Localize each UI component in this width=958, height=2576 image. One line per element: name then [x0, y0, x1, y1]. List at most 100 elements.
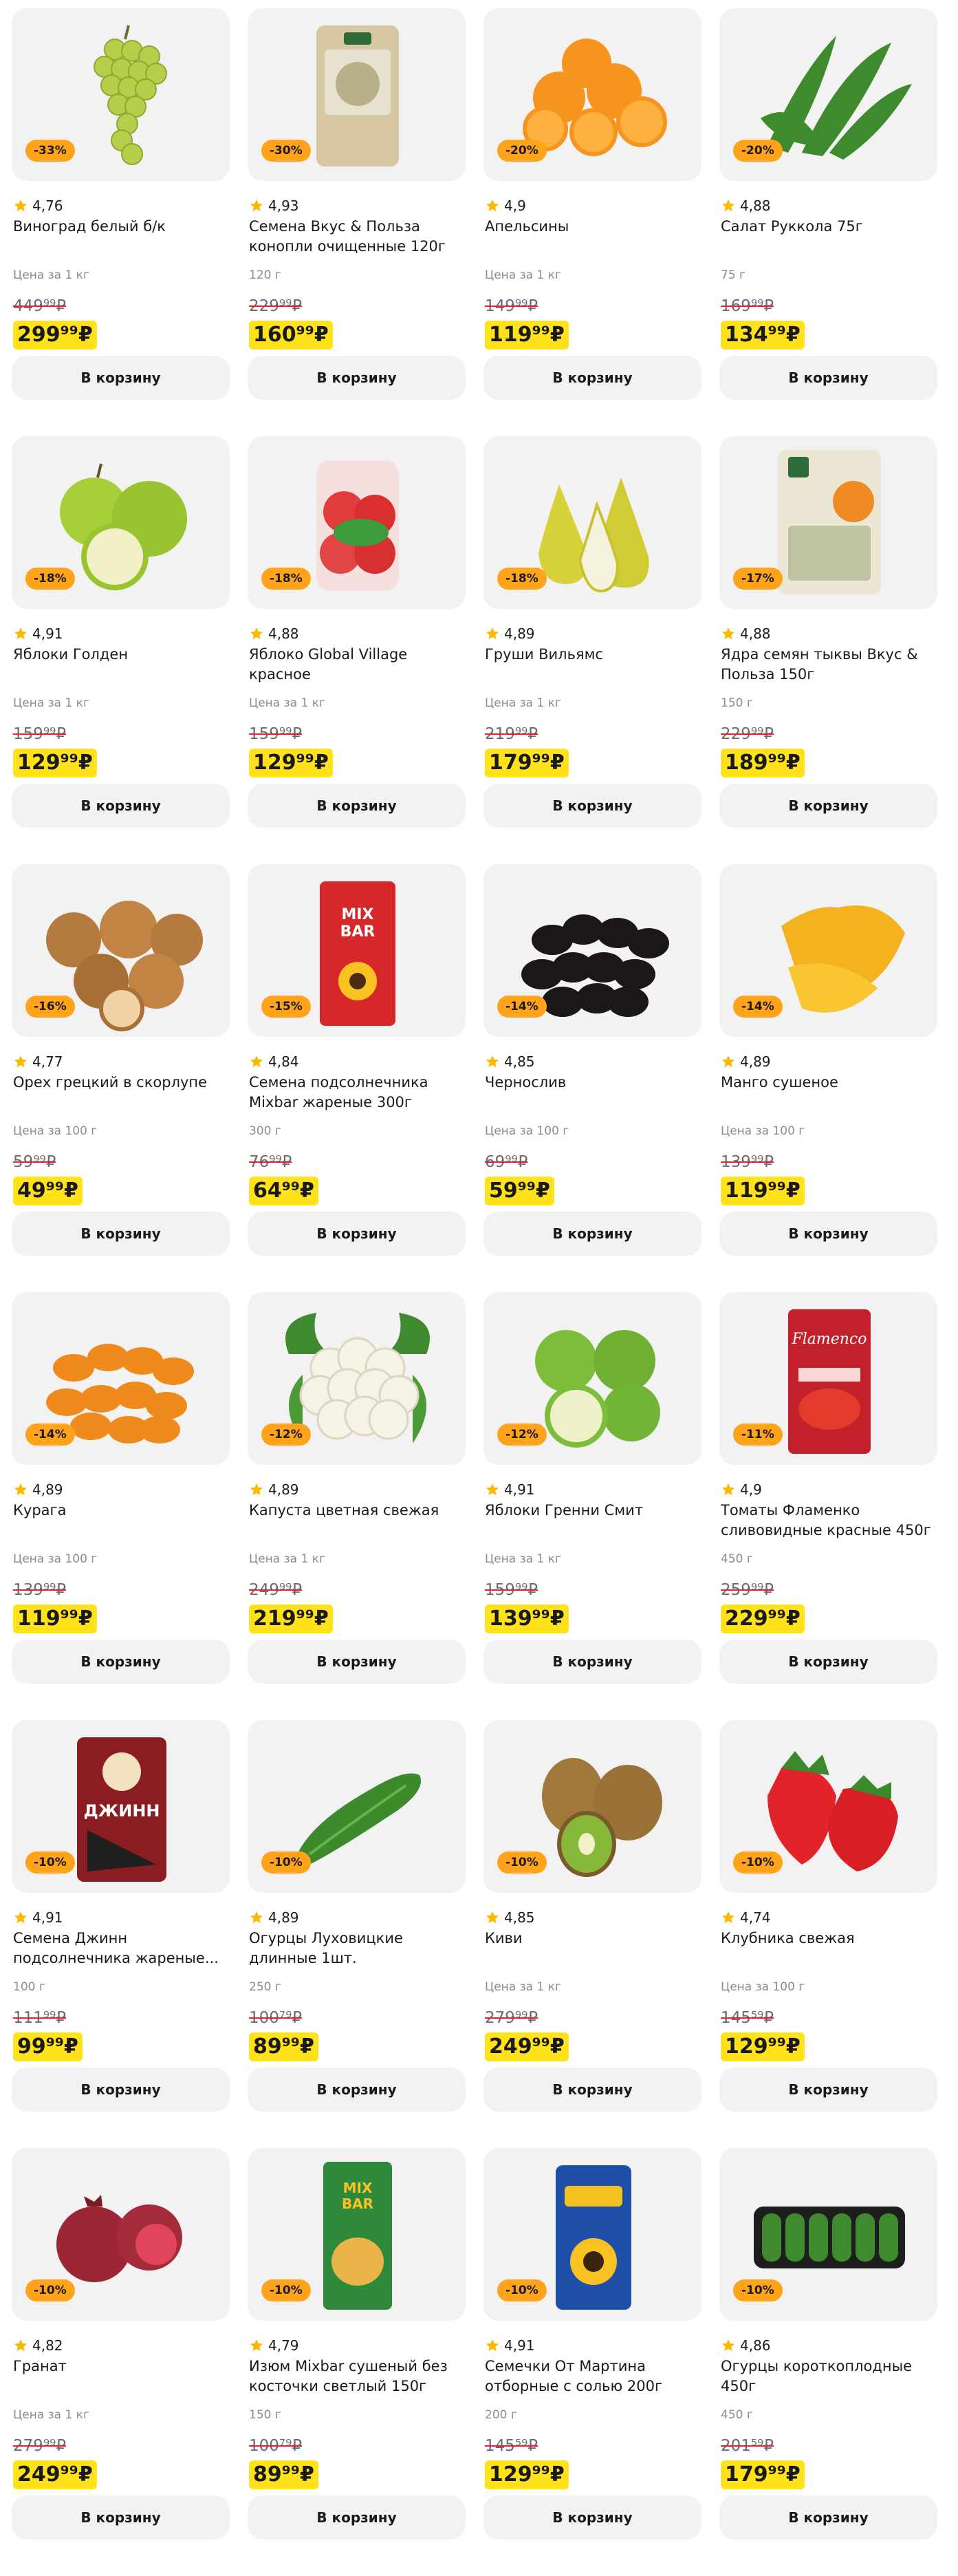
add-to-cart-button[interactable]: В корзину [483, 2496, 701, 2540]
product-image[interactable]: -10% [248, 1720, 466, 1893]
product-image[interactable]: MIX BAR -10% [248, 2148, 466, 2321]
product-image[interactable]: -18% [248, 436, 466, 609]
add-to-cart-button[interactable]: В корзину [12, 1212, 230, 1256]
add-to-cart-button[interactable]: В корзину [483, 1212, 701, 1256]
product-card[interactable]: MIX BAR -15% 4,84 Семена подсолнечника Mixba… [248, 864, 466, 1292]
product-image[interactable]: ДЖИНН -10% [12, 1720, 230, 1893]
product-title[interactable]: Салат Руккола 75г [721, 217, 935, 237]
product-image[interactable]: -30% [248, 8, 466, 181]
product-title[interactable]: Семена подсолнечника Mixbar жареные 300г [249, 1073, 464, 1113]
product-title[interactable]: Изюм Mixbar сушеный без косточки светлый… [249, 2357, 464, 2396]
product-title[interactable]: Яблоки Гренни Смит [485, 1501, 699, 1521]
product-card[interactable]: -20% 4,9 Апельсины Цена за 1 кг 149⁹⁹₽ 119⁹⁹₽… [483, 8, 701, 436]
product-card[interactable]: -18% 4,88 Яблоко Global Village красное Цен… [248, 436, 466, 864]
add-to-cart-button[interactable]: В корзину [483, 784, 701, 828]
add-to-cart-button[interactable]: В корзину [12, 1640, 230, 1684]
product-image[interactable]: -18% [483, 436, 701, 609]
add-to-cart-button[interactable]: В корзину [248, 2496, 466, 2540]
add-to-cart-button[interactable]: В корзину [483, 356, 701, 400]
product-image[interactable]: -10% [719, 1720, 937, 1893]
product-card[interactable]: -33% 4,76 Виноград белый б/к Цена за 1 кг 44… [12, 8, 230, 436]
product-card[interactable]: -10% 4,85 Киви Цена за 1 кг 279⁹⁹₽ 249⁹⁹₽ В ко… [483, 1720, 701, 2148]
add-to-cart-button[interactable]: В корзину [483, 2068, 701, 2112]
product-image[interactable]: -20% [483, 8, 701, 181]
product-image[interactable]: -18% [12, 436, 230, 609]
product-card[interactable]: -18% 4,89 Груши Вильямс Цена за 1 кг 219⁹⁹₽ 1… [483, 436, 701, 864]
product-title[interactable]: Томаты Фламенко сливовидные красные 450г [721, 1501, 935, 1541]
product-image[interactable]: -10% [483, 2148, 701, 2321]
product-card[interactable]: -14% 4,89 Манго сушеное Цена за 100 г 139⁹⁹₽… [719, 864, 937, 1292]
product-image[interactable]: -20% [719, 8, 937, 181]
add-to-cart-button[interactable]: В корзину [248, 2068, 466, 2112]
product-card[interactable]: -12% 4,91 Яблоки Гренни Смит Цена за 1 кг 15… [483, 1292, 701, 1720]
add-to-cart-button[interactable]: В корзину [483, 1640, 701, 1684]
product-card[interactable]: Flamenco -11% 4,9 Томаты Фламенко сливовидн… [719, 1292, 937, 1720]
product-title[interactable]: Семена Джинн подсолнечника жареные... [13, 1929, 228, 1968]
add-to-cart-button[interactable]: В корзину [12, 784, 230, 828]
product-image[interactable]: Flamenco -11% [719, 1292, 937, 1465]
add-to-cart-button[interactable]: В корзину [12, 356, 230, 400]
rating: 4,91 [13, 1909, 63, 1926]
add-to-cart-button[interactable]: В корзину [719, 2496, 937, 2540]
product-card[interactable]: -17% 4,88 Ядра семян тыквы Вкус & Польза 1… [719, 436, 937, 864]
star-icon [250, 1483, 263, 1496]
product-card[interactable]: -10% 4,86 Огурцы короткоплодные 450г 450 г 2… [719, 2148, 937, 2576]
add-to-cart-button[interactable]: В корзину [719, 356, 937, 400]
product-title[interactable]: Чернослив [485, 1073, 699, 1093]
product-title[interactable]: Курага [13, 1501, 228, 1521]
product-card[interactable]: -30% 4,93 Семена Вкус & Польза конопли очи… [248, 8, 466, 436]
product-image[interactable]: -33% [12, 8, 230, 181]
product-card[interactable]: -10% 4,82 Гранат Цена за 1 кг 279⁹⁹₽ 249⁹⁹₽ В … [12, 2148, 230, 2576]
product-card[interactable]: MIX BAR -10% 4,79 Изюм Mixbar сушеный без ко… [248, 2148, 466, 2576]
product-title[interactable]: Яблоки Голден [13, 645, 228, 665]
product-title[interactable]: Семена Вкус & Польза конопли очищенные 1… [249, 217, 464, 257]
new-price: 299⁹⁹₽ [13, 321, 97, 350]
product-card[interactable]: -18% 4,91 Яблоки Голден Цена за 1 кг 159⁹⁹₽ 1… [12, 436, 230, 864]
product-card[interactable]: -10% 4,74 Клубника свежая Цена за 100 г 145⁵… [719, 1720, 937, 2148]
add-to-cart-button[interactable]: В корзину [248, 356, 466, 400]
product-title[interactable]: Огурцы короткоплодные 450г [721, 2357, 935, 2396]
product-card[interactable]: -20% 4,88 Салат Руккола 75г 75 г 169⁹⁹₽ 134⁹⁹… [719, 8, 937, 436]
add-to-cart-button[interactable]: В корзину [248, 1640, 466, 1684]
product-card[interactable]: -10% 4,89 Огурцы Луховицкие длинные 1шт. 25… [248, 1720, 466, 2148]
add-to-cart-button[interactable]: В корзину [719, 784, 937, 828]
price-unit: 150 г [249, 2408, 281, 2422]
product-image[interactable]: MIX BAR -15% [248, 864, 466, 1037]
product-title[interactable]: Капуста цветная свежая [249, 1501, 464, 1521]
product-image[interactable]: -14% [12, 1292, 230, 1465]
product-image[interactable]: -10% [483, 1720, 701, 1893]
product-title[interactable]: Огурцы Луховицкие длинные 1шт. [249, 1929, 464, 1968]
product-title[interactable]: Груши Вильямс [485, 645, 699, 665]
add-to-cart-button[interactable]: В корзину [719, 1212, 937, 1256]
add-to-cart-button[interactable]: В корзину [719, 2068, 937, 2112]
product-title[interactable]: Апельсины [485, 217, 699, 237]
product-title[interactable]: Манго сушеное [721, 1073, 935, 1093]
product-image[interactable]: -12% [248, 1292, 466, 1465]
product-card[interactable]: -14% 4,89 Курага Цена за 100 г 139⁹⁹₽ 119⁹⁹₽ В… [12, 1292, 230, 1720]
product-image[interactable]: -16% [12, 864, 230, 1037]
product-title[interactable]: Семечки От Мартина отборные с солью 200г [485, 2357, 699, 2396]
product-image[interactable]: -12% [483, 1292, 701, 1465]
product-image[interactable]: -17% [719, 436, 937, 609]
product-image[interactable]: -10% [719, 2148, 937, 2321]
product-card[interactable]: ДЖИНН -10% 4,91 Семена Джинн подсолнечника … [12, 1720, 230, 2148]
product-title[interactable]: Киви [485, 1929, 699, 1949]
product-title[interactable]: Ядра семян тыквы Вкус & Польза 150г [721, 645, 935, 685]
add-to-cart-button[interactable]: В корзину [12, 2496, 230, 2540]
product-card[interactable]: -10% 4,91 Семечки От Мартина отборные с со… [483, 2148, 701, 2576]
product-card[interactable]: -12% 4,89 Капуста цветная свежая Цена за 1 … [248, 1292, 466, 1720]
add-to-cart-button[interactable]: В корзину [248, 784, 466, 828]
add-to-cart-button[interactable]: В корзину [12, 2068, 230, 2112]
product-card[interactable]: -14% 4,85 Чернослив Цена за 100 г 69⁹⁹₽ 59⁹⁹₽… [483, 864, 701, 1292]
product-title[interactable]: Виноград белый б/к [13, 217, 228, 237]
product-image[interactable]: -14% [483, 864, 701, 1037]
product-image[interactable]: -14% [719, 864, 937, 1037]
product-card[interactable]: -16% 4,77 Орех грецкий в скорлупе Цена за 1… [12, 864, 230, 1292]
product-image[interactable]: -10% [12, 2148, 230, 2321]
add-to-cart-button[interactable]: В корзину [719, 1640, 937, 1684]
product-title[interactable]: Яблоко Global Village красное [249, 645, 464, 685]
product-title[interactable]: Гранат [13, 2357, 228, 2376]
product-title[interactable]: Клубника свежая [721, 1929, 935, 1949]
product-title[interactable]: Орех грецкий в скорлупе [13, 1073, 228, 1093]
add-to-cart-button[interactable]: В корзину [248, 1212, 466, 1256]
